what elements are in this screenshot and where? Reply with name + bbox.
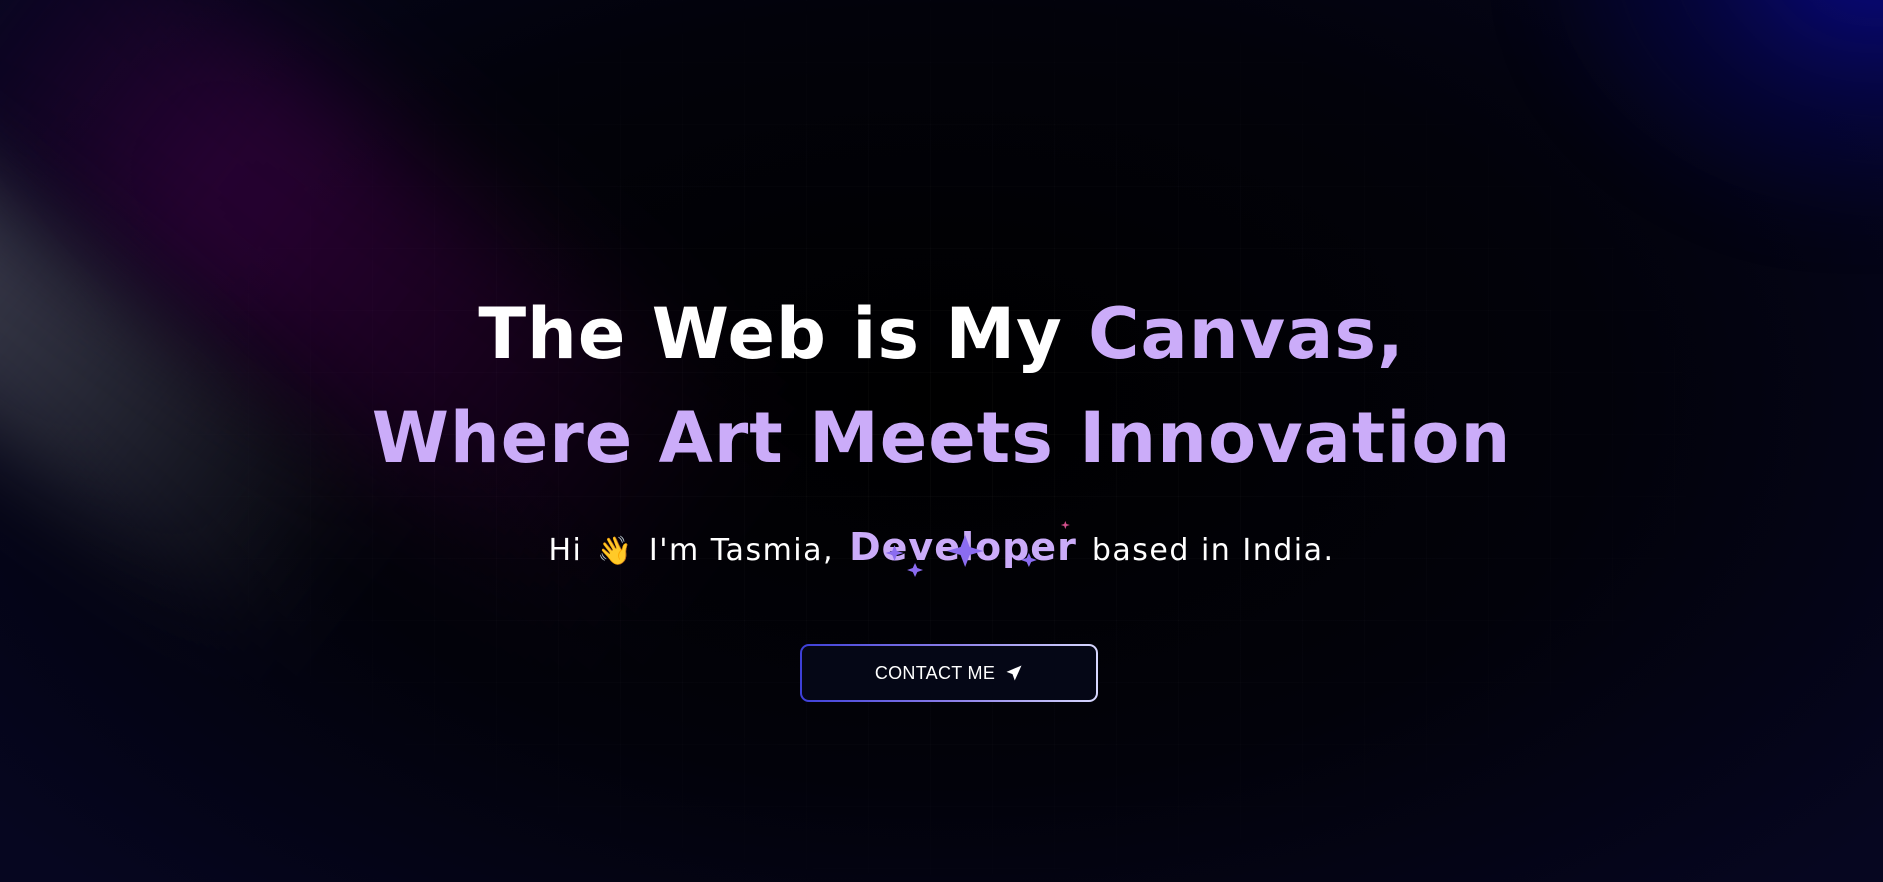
waving-hand-icon: 👋: [597, 534, 634, 567]
hero-headline: The Web is My Canvas, Where Art Meets In…: [0, 282, 1883, 490]
contact-me-button[interactable]: CONTACT ME: [800, 644, 1098, 702]
headline-part-1: The Web is My: [478, 293, 1089, 375]
contact-me-label: CONTACT ME: [874, 662, 996, 683]
intro-name: I'm Tasmia,: [648, 533, 835, 568]
headline-part-2: Canvas,: [1088, 293, 1405, 375]
intro-location: based in India.: [1091, 533, 1335, 568]
headline-line-2: Where Art Meets Innovation: [371, 397, 1512, 479]
role-text: Developer: [849, 525, 1077, 569]
intro-role: Developer: [849, 521, 1077, 577]
hero-intro: Hi 👋 I'm Tasmia, Developer based in Indi…: [0, 521, 1883, 577]
hero-section: The Web is My Canvas, Where Art Meets In…: [0, 0, 1883, 882]
send-icon: [1005, 664, 1023, 682]
intro-greeting: Hi: [548, 533, 583, 568]
